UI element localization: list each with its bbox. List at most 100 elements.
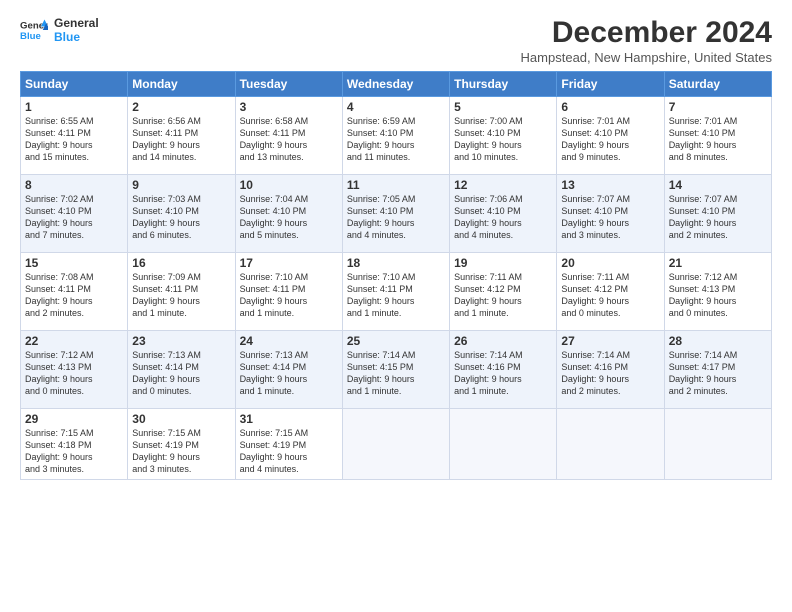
day-number: 18 [347,256,445,270]
location: Hampstead, New Hampshire, United States [521,50,772,65]
day-info: Sunrise: 7:14 AM Sunset: 4:17 PM Dayligh… [669,349,767,398]
week-row-3: 15Sunrise: 7:08 AM Sunset: 4:11 PM Dayli… [21,253,772,331]
calendar-cell: 1Sunrise: 6:55 AM Sunset: 4:11 PM Daylig… [21,97,128,175]
day-number: 23 [132,334,230,348]
day-info: Sunrise: 6:58 AM Sunset: 4:11 PM Dayligh… [240,115,338,164]
logo-text-line2: Blue [54,30,99,44]
calendar-cell: 19Sunrise: 7:11 AM Sunset: 4:12 PM Dayli… [450,253,557,331]
day-info: Sunrise: 7:14 AM Sunset: 4:15 PM Dayligh… [347,349,445,398]
day-number: 14 [669,178,767,192]
calendar-cell: 20Sunrise: 7:11 AM Sunset: 4:12 PM Dayli… [557,253,664,331]
calendar-cell: 12Sunrise: 7:06 AM Sunset: 4:10 PM Dayli… [450,175,557,253]
calendar-cell: 25Sunrise: 7:14 AM Sunset: 4:15 PM Dayli… [342,331,449,409]
logo: General Blue General Blue [20,16,99,44]
calendar-body: 1Sunrise: 6:55 AM Sunset: 4:11 PM Daylig… [21,97,772,480]
day-info: Sunrise: 7:15 AM Sunset: 4:19 PM Dayligh… [240,427,338,476]
calendar-cell: 21Sunrise: 7:12 AM Sunset: 4:13 PM Dayli… [664,253,771,331]
main-container: General Blue General Blue December 2024 … [0,0,792,490]
day-number: 25 [347,334,445,348]
day-info: Sunrise: 6:56 AM Sunset: 4:11 PM Dayligh… [132,115,230,164]
day-number: 24 [240,334,338,348]
day-info: Sunrise: 7:07 AM Sunset: 4:10 PM Dayligh… [669,193,767,242]
day-number: 16 [132,256,230,270]
day-number: 9 [132,178,230,192]
day-number: 7 [669,100,767,114]
svg-text:Blue: Blue [20,31,41,42]
day-info: Sunrise: 7:06 AM Sunset: 4:10 PM Dayligh… [454,193,552,242]
title-block: December 2024 Hampstead, New Hampshire, … [521,16,772,65]
day-info: Sunrise: 7:01 AM Sunset: 4:10 PM Dayligh… [669,115,767,164]
day-info: Sunrise: 7:14 AM Sunset: 4:16 PM Dayligh… [561,349,659,398]
weekday-header-wednesday: Wednesday [342,72,449,97]
week-row-4: 22Sunrise: 7:12 AM Sunset: 4:13 PM Dayli… [21,331,772,409]
day-info: Sunrise: 7:09 AM Sunset: 4:11 PM Dayligh… [132,271,230,320]
day-info: Sunrise: 7:02 AM Sunset: 4:10 PM Dayligh… [25,193,123,242]
day-info: Sunrise: 7:11 AM Sunset: 4:12 PM Dayligh… [454,271,552,320]
weekday-header-monday: Monday [128,72,235,97]
day-number: 26 [454,334,552,348]
day-info: Sunrise: 7:13 AM Sunset: 4:14 PM Dayligh… [132,349,230,398]
weekday-header-friday: Friday [557,72,664,97]
calendar-cell: 5Sunrise: 7:00 AM Sunset: 4:10 PM Daylig… [450,97,557,175]
calendar-table: SundayMondayTuesdayWednesdayThursdayFrid… [20,71,772,480]
calendar-cell [342,409,449,480]
day-info: Sunrise: 7:04 AM Sunset: 4:10 PM Dayligh… [240,193,338,242]
day-number: 6 [561,100,659,114]
day-info: Sunrise: 7:08 AM Sunset: 4:11 PM Dayligh… [25,271,123,320]
calendar-cell [450,409,557,480]
calendar-cell: 17Sunrise: 7:10 AM Sunset: 4:11 PM Dayli… [235,253,342,331]
calendar-cell: 7Sunrise: 7:01 AM Sunset: 4:10 PM Daylig… [664,97,771,175]
day-number: 15 [25,256,123,270]
week-row-2: 8Sunrise: 7:02 AM Sunset: 4:10 PM Daylig… [21,175,772,253]
day-info: Sunrise: 7:12 AM Sunset: 4:13 PM Dayligh… [669,271,767,320]
day-number: 8 [25,178,123,192]
weekday-header-tuesday: Tuesday [235,72,342,97]
calendar-cell: 27Sunrise: 7:14 AM Sunset: 4:16 PM Dayli… [557,331,664,409]
day-info: Sunrise: 7:10 AM Sunset: 4:11 PM Dayligh… [240,271,338,320]
day-number: 19 [454,256,552,270]
calendar-cell [664,409,771,480]
calendar-cell: 18Sunrise: 7:10 AM Sunset: 4:11 PM Dayli… [342,253,449,331]
calendar-cell: 8Sunrise: 7:02 AM Sunset: 4:10 PM Daylig… [21,175,128,253]
day-info: Sunrise: 7:12 AM Sunset: 4:13 PM Dayligh… [25,349,123,398]
calendar-cell: 13Sunrise: 7:07 AM Sunset: 4:10 PM Dayli… [557,175,664,253]
day-number: 2 [132,100,230,114]
day-info: Sunrise: 6:55 AM Sunset: 4:11 PM Dayligh… [25,115,123,164]
day-number: 22 [25,334,123,348]
calendar-header: SundayMondayTuesdayWednesdayThursdayFrid… [21,72,772,97]
day-number: 28 [669,334,767,348]
calendar-cell: 2Sunrise: 6:56 AM Sunset: 4:11 PM Daylig… [128,97,235,175]
day-number: 29 [25,412,123,426]
day-number: 31 [240,412,338,426]
day-number: 27 [561,334,659,348]
day-info: Sunrise: 7:07 AM Sunset: 4:10 PM Dayligh… [561,193,659,242]
day-number: 1 [25,100,123,114]
calendar-cell: 3Sunrise: 6:58 AM Sunset: 4:11 PM Daylig… [235,97,342,175]
day-number: 11 [347,178,445,192]
calendar-cell: 16Sunrise: 7:09 AM Sunset: 4:11 PM Dayli… [128,253,235,331]
day-number: 20 [561,256,659,270]
calendar-cell: 9Sunrise: 7:03 AM Sunset: 4:10 PM Daylig… [128,175,235,253]
day-info: Sunrise: 7:15 AM Sunset: 4:19 PM Dayligh… [132,427,230,476]
day-number: 30 [132,412,230,426]
day-info: Sunrise: 7:10 AM Sunset: 4:11 PM Dayligh… [347,271,445,320]
calendar-cell: 28Sunrise: 7:14 AM Sunset: 4:17 PM Dayli… [664,331,771,409]
logo-text-line1: General [54,16,99,30]
day-info: Sunrise: 7:05 AM Sunset: 4:10 PM Dayligh… [347,193,445,242]
header: General Blue General Blue December 2024 … [20,16,772,65]
day-number: 17 [240,256,338,270]
calendar-cell: 14Sunrise: 7:07 AM Sunset: 4:10 PM Dayli… [664,175,771,253]
calendar-cell: 11Sunrise: 7:05 AM Sunset: 4:10 PM Dayli… [342,175,449,253]
day-number: 4 [347,100,445,114]
day-info: Sunrise: 7:11 AM Sunset: 4:12 PM Dayligh… [561,271,659,320]
day-info: Sunrise: 7:00 AM Sunset: 4:10 PM Dayligh… [454,115,552,164]
day-info: Sunrise: 7:15 AM Sunset: 4:18 PM Dayligh… [25,427,123,476]
week-row-1: 1Sunrise: 6:55 AM Sunset: 4:11 PM Daylig… [21,97,772,175]
calendar-cell: 10Sunrise: 7:04 AM Sunset: 4:10 PM Dayli… [235,175,342,253]
day-info: Sunrise: 7:01 AM Sunset: 4:10 PM Dayligh… [561,115,659,164]
day-info: Sunrise: 7:14 AM Sunset: 4:16 PM Dayligh… [454,349,552,398]
day-number: 21 [669,256,767,270]
calendar-cell: 23Sunrise: 7:13 AM Sunset: 4:14 PM Dayli… [128,331,235,409]
day-info: Sunrise: 6:59 AM Sunset: 4:10 PM Dayligh… [347,115,445,164]
week-row-5: 29Sunrise: 7:15 AM Sunset: 4:18 PM Dayli… [21,409,772,480]
